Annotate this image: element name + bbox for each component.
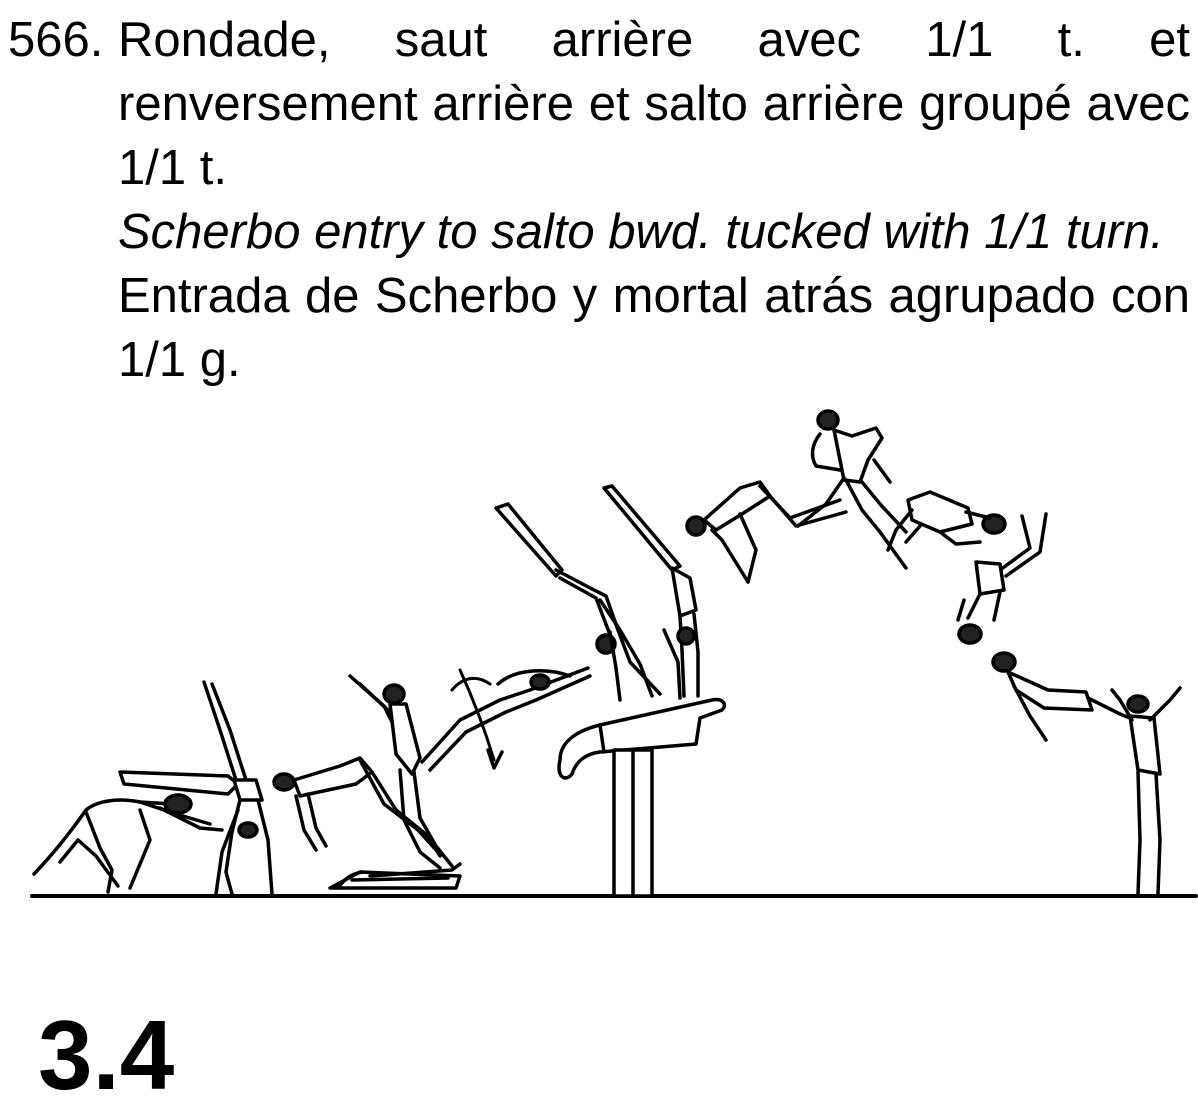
- description-spanish: Entrada de Scherbo y mortal atrás agrupa…: [118, 269, 1190, 387]
- vault-illustration: [0, 400, 1198, 910]
- vaulting-table: [557, 697, 727, 898]
- gymnast-figure: [685, 480, 848, 584]
- gymnast-figure: [886, 490, 1007, 552]
- gymnast-figure: [118, 680, 274, 896]
- difficulty-value: 3.4: [38, 1000, 175, 1110]
- gymnast-figure: [32, 793, 224, 894]
- description-french: Rondade, saut arrière avec 1/1 t. et ren…: [118, 13, 1190, 195]
- gymnast-figure: [956, 512, 1048, 645]
- element-description: Rondade, saut arrière avec 1/1 t. et ren…: [118, 8, 1190, 392]
- gymnast-figure: [991, 651, 1182, 896]
- element-number: 566.: [8, 13, 104, 67]
- description-english: Scherbo entry to salto bwd. tucked with …: [118, 205, 1164, 259]
- gymnast-figure: [602, 484, 700, 700]
- vault-sequence-drawing: [30, 409, 1198, 898]
